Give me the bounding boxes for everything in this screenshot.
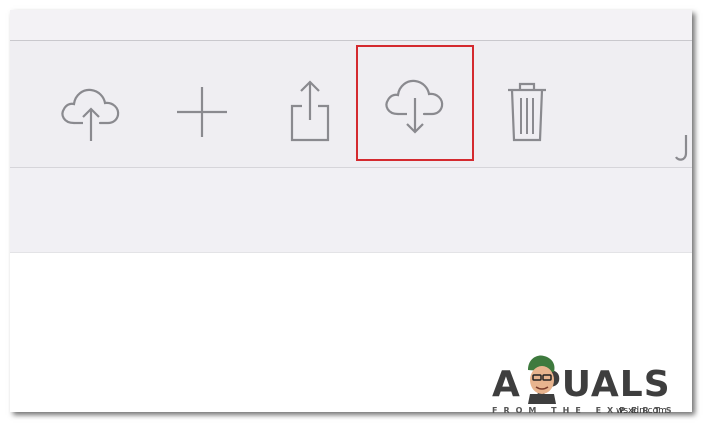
cloud-upload-icon (61, 88, 120, 141)
trash-icon (508, 82, 546, 142)
toolbar (10, 41, 692, 168)
top-bar (10, 10, 692, 41)
download-button[interactable] (356, 45, 474, 161)
add-button[interactable] (167, 71, 237, 151)
share-icon (290, 80, 330, 142)
watermark-logo: A PUALS FROM THE EXPERTS wsxdn.com (478, 348, 693, 418)
header-area (10, 168, 692, 252)
watermark-site: wsxdn.com (616, 406, 667, 416)
cloud-download-icon (385, 79, 444, 134)
plus-icon (177, 87, 227, 137)
delete-button[interactable] (492, 71, 562, 151)
list-item[interactable] (10, 252, 692, 310)
mascot-icon (528, 355, 556, 404)
watermark-brand: A PUALS (492, 364, 671, 405)
share-button[interactable] (275, 71, 345, 151)
upload-button[interactable] (56, 71, 126, 151)
partial-edge-icon[interactable] (674, 133, 692, 163)
